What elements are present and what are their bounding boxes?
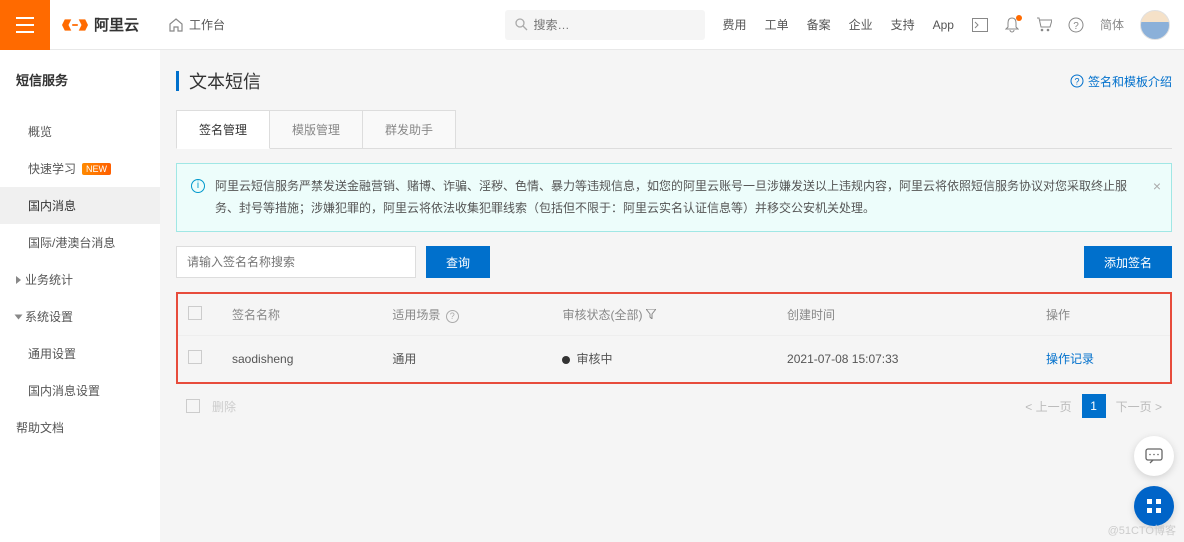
tabs: 签名管理 模版管理 群发助手 (176, 110, 1172, 149)
brand-name: 阿里云 (94, 14, 139, 35)
notification-dot (1016, 15, 1022, 21)
sidebar-item-overview[interactable]: 概览 (0, 113, 160, 150)
caret-icon (15, 314, 23, 319)
info-icon: i (191, 179, 205, 193)
sidebar-group-settings[interactable]: 系统设置 (0, 298, 160, 335)
filter-icon (646, 309, 656, 319)
new-badge: NEW (82, 163, 111, 175)
global-search[interactable] (505, 10, 705, 40)
feedback-button[interactable] (1134, 436, 1174, 476)
col-name: 签名名称 (222, 294, 382, 336)
hamburger-icon (16, 16, 34, 34)
highlighted-table-region: 签名名称 适用场景 ? 审核状态(全部) 创建时间 操作 saodisheng … (176, 292, 1172, 384)
tooltip-icon[interactable]: ? (446, 310, 459, 323)
help-link[interactable]: ? 签名和模板介绍 (1070, 73, 1172, 90)
alert-close-button[interactable]: × (1153, 174, 1161, 199)
nav-app[interactable]: App (933, 18, 954, 32)
toolbar: 查询 添加签名 (176, 246, 1172, 278)
chat-icon (1145, 448, 1163, 464)
language-switch[interactable]: 简体 (1100, 16, 1124, 33)
page-title: 文本短信 (189, 68, 261, 94)
workbench-link[interactable]: 工作台 (159, 10, 235, 39)
cell-scene: 通用 (382, 336, 552, 382)
notification-icon[interactable] (1004, 17, 1020, 33)
nav-icp[interactable]: 备案 (807, 16, 831, 33)
batch-delete-button[interactable]: 删除 (212, 398, 236, 415)
floating-buttons (1134, 436, 1174, 526)
cell-status: 审核中 (552, 336, 777, 382)
col-action: 操作 (1036, 294, 1170, 336)
user-avatar[interactable] (1140, 10, 1170, 40)
alert-banner: i 阿里云短信服务严禁发送金融营销、赌博、诈骗、淫秽、色情、暴力等违规信息，如您… (176, 163, 1172, 232)
row-checkbox[interactable] (188, 350, 202, 364)
alert-text: 阿里云短信服务严禁发送金融营销、赌博、诈骗、淫秽、色情、暴力等违规信息，如您的阿… (215, 176, 1137, 219)
footer-select-all-checkbox[interactable] (186, 399, 200, 413)
tab-template[interactable]: 模版管理 (269, 110, 363, 148)
question-icon: ? (1070, 74, 1084, 88)
sidebar: 短信服务 概览 快速学习NEW 国内消息 国际/港澳台消息 业务统计 系统设置 … (0, 50, 160, 542)
sidebar-item-domestic-settings[interactable]: 国内消息设置 (0, 372, 160, 409)
col-status[interactable]: 审核状态(全部) (552, 294, 777, 336)
caret-icon (16, 276, 21, 284)
col-scene: 适用场景 ? (382, 294, 552, 336)
select-all-checkbox[interactable] (188, 306, 202, 320)
table-row: saodisheng 通用 审核中 2021-07-08 15:07:33 操作… (178, 336, 1170, 382)
aliyun-logo-icon (62, 15, 88, 35)
cell-created: 2021-07-08 15:07:33 (777, 336, 1036, 382)
sidebar-group-stats[interactable]: 业务统计 (0, 261, 160, 298)
col-created: 创建时间 (777, 294, 1036, 336)
status-dot-icon (562, 356, 570, 364)
main-content: 文本短信 ? 签名和模板介绍 签名管理 模版管理 群发助手 i 阿里云短信服务严… (160, 50, 1184, 542)
sidebar-item-general-settings[interactable]: 通用设置 (0, 335, 160, 372)
global-search-input[interactable] (534, 18, 695, 32)
next-page-button[interactable]: 下一页 > (1116, 398, 1162, 415)
apps-button[interactable] (1134, 486, 1174, 526)
sidebar-item-intl[interactable]: 国际/港澳台消息 (0, 224, 160, 261)
title-accent-bar (176, 71, 179, 91)
top-header: 阿里云 工作台 费用 工单 备案 企业 支持 App ? 简体 (0, 0, 1184, 50)
tab-batch[interactable]: 群发助手 (362, 110, 456, 148)
header-nav: 费用 工单 备案 企业 支持 App (723, 16, 954, 33)
brand-logo[interactable]: 阿里云 (62, 14, 139, 35)
nav-tickets[interactable]: 工单 (765, 16, 789, 33)
grid-icon (1146, 498, 1162, 514)
page-number[interactable]: 1 (1082, 394, 1106, 418)
signature-table: 签名名称 适用场景 ? 审核状态(全部) 创建时间 操作 saodisheng … (178, 294, 1170, 382)
menu-toggle-button[interactable] (0, 0, 50, 50)
sidebar-title: 短信服务 (0, 60, 160, 99)
nav-fees[interactable]: 费用 (723, 16, 747, 33)
help-icon[interactable]: ? (1068, 17, 1084, 33)
header-icons: ? 简体 (972, 10, 1170, 40)
search-icon (515, 18, 528, 31)
svg-text:?: ? (1074, 77, 1079, 87)
cell-name: saodisheng (222, 336, 382, 382)
search-button[interactable]: 查询 (426, 246, 490, 278)
action-record-link[interactable]: 操作记录 (1046, 352, 1094, 366)
sidebar-item-domestic[interactable]: 国内消息 (0, 187, 160, 224)
cart-icon[interactable] (1036, 17, 1052, 33)
signature-search-input[interactable] (176, 246, 416, 278)
sidebar-item-quickstart[interactable]: 快速学习NEW (0, 150, 160, 187)
pagination: < 上一页 1 下一页 > (1025, 394, 1162, 418)
tab-signature[interactable]: 签名管理 (176, 110, 270, 149)
watermark-text: @51CTO博客 (1108, 522, 1176, 538)
cloudshell-icon[interactable] (972, 17, 988, 33)
svg-text:?: ? (1073, 21, 1079, 32)
add-signature-button[interactable]: 添加签名 (1084, 246, 1172, 278)
nav-enterprise[interactable]: 企业 (849, 16, 873, 33)
table-footer: 删除 < 上一页 1 下一页 > (176, 384, 1172, 428)
sidebar-item-help[interactable]: 帮助文档 (0, 409, 160, 446)
prev-page-button[interactable]: < 上一页 (1025, 398, 1071, 415)
home-icon (169, 18, 183, 32)
nav-support[interactable]: 支持 (891, 16, 915, 33)
